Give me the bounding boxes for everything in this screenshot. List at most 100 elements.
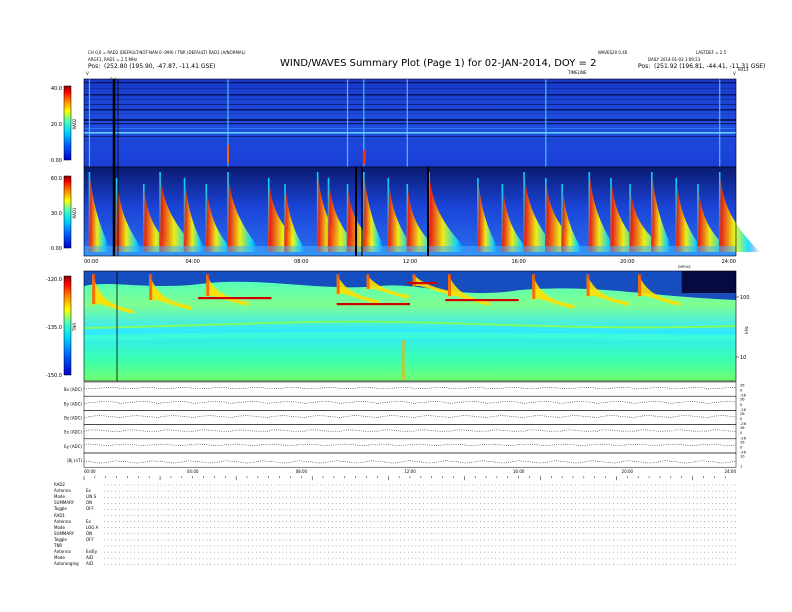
status-row-value: Ex bbox=[86, 488, 91, 494]
rad2-band bbox=[84, 82, 736, 84]
time-tick-label: 20:00 bbox=[620, 259, 634, 265]
trace-label: Bz (ADC) bbox=[64, 416, 82, 421]
status-row-label: Antenna bbox=[54, 549, 71, 555]
rad1-burst-front bbox=[477, 178, 479, 252]
tnr-burst-core bbox=[401, 340, 405, 380]
tnr-burst-core bbox=[448, 274, 452, 296]
rad1-low-freq-band bbox=[84, 246, 736, 256]
status-row-value: LIN S bbox=[86, 494, 97, 500]
tnr-freq-tick: 10 bbox=[740, 355, 746, 361]
tnr-dark-end bbox=[681, 271, 736, 293]
rad2-band bbox=[84, 128, 736, 129]
tnr-right-axis-label: kHz bbox=[744, 326, 749, 333]
tnr-red-streak bbox=[445, 299, 519, 302]
status-row-label: Mode bbox=[54, 555, 65, 561]
status-row-label: RAD1 bbox=[54, 512, 65, 518]
colorbar-tick-label: 0.00 bbox=[51, 246, 62, 252]
trace-label: Ex (ADC) bbox=[64, 430, 82, 435]
colorbar-tick-label: 30.0 bbox=[51, 211, 62, 217]
trace-panel bbox=[83, 452, 737, 468]
tnr-burst-core bbox=[586, 274, 590, 296]
trace-line bbox=[83, 443, 737, 446]
rad1-burst-front bbox=[346, 184, 349, 252]
trace-right-tick: 0 bbox=[740, 417, 743, 421]
panel-name-label: RAD1 bbox=[72, 207, 77, 218]
trace-right-tick: 26 bbox=[740, 440, 745, 444]
trace-right-tick: 0 bbox=[740, 403, 743, 407]
tnr-burst-core bbox=[206, 274, 210, 296]
trace-panel bbox=[83, 381, 737, 397]
tnr-cyan-band bbox=[83, 332, 737, 341]
rad1-burst-front bbox=[697, 184, 699, 252]
tnr-freq-tick: 100 bbox=[740, 295, 750, 301]
bottom-time-tick-label: 12:00 bbox=[404, 469, 416, 474]
tnr-burst-core bbox=[366, 274, 370, 289]
rad1-burst-front bbox=[650, 172, 653, 252]
bottom-time-tick-label: 00:00 bbox=[84, 469, 96, 474]
colorbar-tick-label: 0.00 bbox=[51, 158, 62, 164]
rad1-burst-front bbox=[88, 172, 91, 252]
colorbar-tick-label: 20.0 bbox=[51, 122, 62, 128]
rad1-burst-front bbox=[267, 178, 270, 252]
colorbar-tick-label: 40.0 bbox=[51, 86, 62, 92]
status-row-value: ON bbox=[86, 530, 93, 536]
trace-right-tick: 26 bbox=[740, 426, 745, 430]
tnr-burst-core bbox=[336, 274, 340, 294]
tnr-burst-core bbox=[92, 274, 96, 304]
trace-panel bbox=[83, 424, 737, 440]
trace-right-tick: 10 bbox=[740, 455, 745, 459]
trace-line bbox=[83, 386, 736, 390]
time-tick-label: 00:00 bbox=[84, 259, 98, 265]
status-row-value: ON bbox=[86, 500, 93, 506]
status-row-label: SUMMARY bbox=[54, 530, 75, 536]
panel-name-label: RAD2 bbox=[72, 118, 77, 129]
tnr-red-streak bbox=[407, 282, 438, 285]
rad1-burst-front bbox=[718, 172, 721, 252]
rad1-burst-front bbox=[159, 172, 161, 252]
colorbar-tick-label: -135.0 bbox=[46, 325, 62, 331]
status-row-label: Toggle bbox=[54, 536, 67, 542]
rad2-band bbox=[84, 113, 736, 114]
rad1-burst-front bbox=[561, 184, 563, 252]
tnr-colorbar bbox=[63, 275, 72, 376]
rad1-burst-front bbox=[327, 178, 330, 252]
bottom-time-tick-label: 24:00 bbox=[724, 469, 736, 474]
status-row-label: TNR bbox=[54, 543, 63, 548]
trace-line bbox=[83, 415, 737, 419]
status-row-value: LOG A bbox=[86, 524, 99, 530]
status-row-label: Mode bbox=[54, 524, 65, 530]
trace-panel bbox=[83, 395, 737, 411]
rad2-band bbox=[84, 123, 736, 125]
rad2-band bbox=[84, 88, 736, 89]
trace-right-tick: 0 bbox=[740, 431, 743, 435]
rad1-burst-front bbox=[629, 184, 631, 252]
trace-right-tick: 1 bbox=[740, 465, 742, 469]
rad2-burst-core bbox=[226, 145, 229, 163]
status-row-value: OFF bbox=[86, 536, 94, 542]
trace-panel bbox=[83, 438, 737, 454]
bottom-time-tick-label: 16:00 bbox=[513, 469, 525, 474]
rad1-burst-front bbox=[523, 172, 525, 252]
status-row-label: Antenna bbox=[54, 488, 71, 494]
colorbar-tick-label: -120.0 bbox=[46, 277, 62, 283]
rad2-band bbox=[84, 104, 736, 105]
trace-label: |B| (nT) bbox=[67, 458, 82, 463]
rad1-antenna-note: DIPOLE bbox=[678, 265, 691, 269]
status-row-label: Autoranging bbox=[54, 561, 79, 567]
rad1-burst-front bbox=[387, 178, 390, 252]
status-row-label: Toggle bbox=[54, 506, 67, 512]
rad2-burst bbox=[719, 79, 721, 167]
spectrogram-figure: 40.0 20.0 0.00 RAD2 60.0 30.0 0.00 RAD1 -120.0 -1… bbox=[46, 78, 760, 565]
status-row-label: SUMMARY bbox=[54, 500, 75, 506]
rad1-burst-front bbox=[545, 178, 547, 252]
rad1-burst-front bbox=[142, 184, 145, 252]
rad2-burst bbox=[545, 79, 547, 167]
status-row-value: A/D bbox=[86, 561, 94, 567]
time-tick-label: 04:00 bbox=[185, 259, 199, 265]
rad2-band bbox=[84, 109, 736, 111]
tnr-burst-core bbox=[638, 274, 642, 296]
bottom-time-tick-label: 04:00 bbox=[187, 469, 199, 474]
status-row-label: Antenna bbox=[54, 518, 71, 524]
status-row-value: Ex/Ey bbox=[86, 549, 98, 555]
rad2-band bbox=[84, 132, 736, 134]
